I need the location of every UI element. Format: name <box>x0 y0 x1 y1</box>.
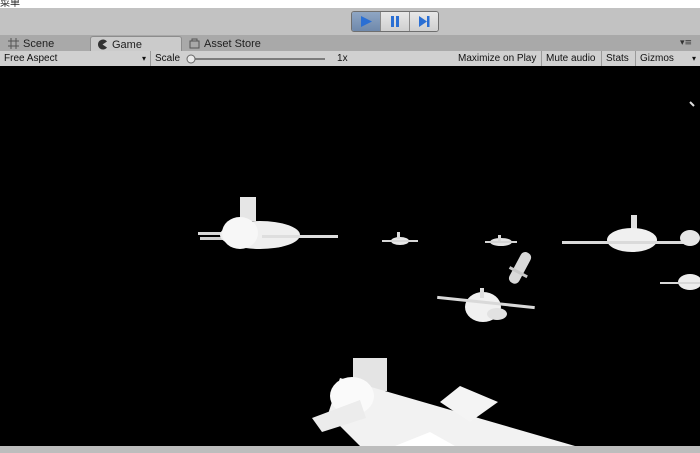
scale-label: Scale <box>155 53 181 64</box>
tab-asset-store-label: Asset Store <box>204 37 261 50</box>
game-control-bar: Free Aspect ▾ Scale 1x Maximize on Play … <box>0 51 700 67</box>
airplane-2 <box>382 232 418 245</box>
tab-menu-icon[interactable]: ▾≡ <box>680 38 692 48</box>
step-button[interactable] <box>410 12 438 31</box>
window-title-strip: 菜单 <box>0 0 700 9</box>
airplane-4 <box>562 215 700 252</box>
airplane-5 <box>660 274 700 290</box>
stats-label: Stats <box>606 53 629 64</box>
mute-audio-label: Mute audio <box>546 53 596 64</box>
scale-slider[interactable] <box>185 53 331 65</box>
airplane-falling <box>508 252 532 284</box>
stats-toggle[interactable]: Stats <box>602 51 636 66</box>
editor-tab-bar: Scene Game Asset Store ▾≡ <box>0 35 700 52</box>
airplane-3 <box>485 235 517 246</box>
step-icon <box>419 16 430 27</box>
chevron-down-icon: ▾ <box>691 54 696 63</box>
pause-button[interactable] <box>381 12 410 31</box>
aspect-value: Free Aspect <box>4 53 58 64</box>
tab-scene-label: Scene <box>23 37 55 50</box>
chevron-down-icon: ▾ <box>141 54 146 63</box>
maximize-on-play-toggle[interactable]: Maximize on Play <box>454 51 542 66</box>
distant-fragment <box>689 101 695 107</box>
aspect-dropdown[interactable]: Free Aspect ▾ <box>0 51 151 66</box>
main-toolbar <box>0 8 700 35</box>
bottom-edge <box>0 446 700 453</box>
play-button[interactable] <box>352 12 381 31</box>
tab-game[interactable]: Game <box>90 36 182 52</box>
pacman-icon <box>98 39 107 50</box>
scale-slider-thumb[interactable] <box>186 54 196 63</box>
gizmos-label: Gizmos <box>640 53 674 64</box>
grid-icon <box>8 38 19 49</box>
airplane-1 <box>198 197 338 249</box>
tab-asset-store[interactable]: Asset Store <box>183 36 285 51</box>
game-viewport[interactable] <box>0 66 700 446</box>
play-icon <box>361 16 372 27</box>
store-icon <box>189 38 200 49</box>
gizmos-dropdown[interactable]: Gizmos ▾ <box>636 51 700 66</box>
airplane-6 <box>437 288 535 322</box>
airplane-foreground <box>312 358 575 446</box>
maximize-on-play-label: Maximize on Play <box>458 53 537 64</box>
scale-control: Scale 1x <box>151 51 454 66</box>
scale-value: 1x <box>337 53 348 64</box>
pause-icon <box>391 16 399 27</box>
game-scene <box>198 101 700 446</box>
tab-game-label: Game <box>112 38 142 51</box>
tab-scene[interactable]: Scene <box>2 36 92 51</box>
mute-audio-toggle[interactable]: Mute audio <box>542 51 602 66</box>
play-controls <box>351 11 439 32</box>
